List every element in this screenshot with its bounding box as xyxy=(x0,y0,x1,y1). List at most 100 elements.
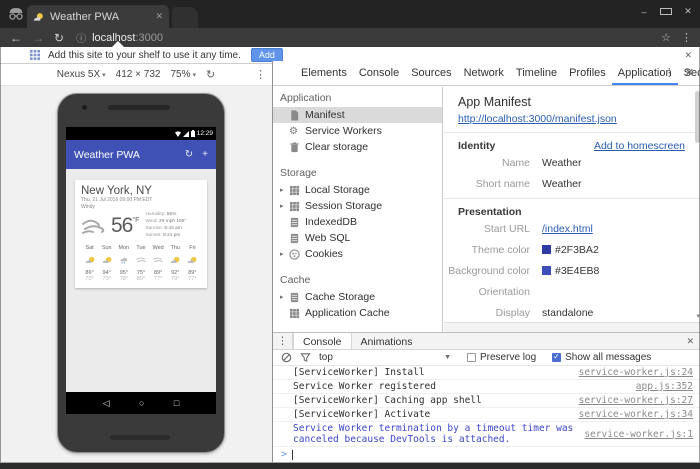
preserve-log-checkbox[interactable]: Preserve log xyxy=(467,352,536,363)
expand-icon[interactable]: ▸ xyxy=(280,250,289,258)
new-tab-area[interactable] xyxy=(172,7,198,28)
devtools-close-icon[interactable]: ✕ xyxy=(685,66,694,79)
expand-icon[interactable]: ▸ xyxy=(280,186,289,194)
drawer-tab-console[interactable]: Console xyxy=(293,333,352,349)
show-all-messages-checkbox[interactable]: Show all messages xyxy=(552,352,651,363)
device-dimensions[interactable]: 412 × 732 xyxy=(116,69,161,80)
current-temp: 56°F xyxy=(111,215,139,237)
clear-console-icon[interactable] xyxy=(281,352,292,363)
refresh-icon[interactable]: ↻ xyxy=(185,149,193,160)
partly-cloudy-icon xyxy=(169,256,181,264)
console-message: [ServiceWorker] Caching app shell servic… xyxy=(273,394,700,408)
browser-tab[interactable]: Weather PWA ✕ xyxy=(27,5,169,28)
start-url-link[interactable]: /index.html xyxy=(542,223,593,235)
section-title: Storage xyxy=(273,162,442,182)
window-minimize-button[interactable]: – xyxy=(638,7,650,17)
device-toolbar-menu-icon[interactable]: ⋮ xyxy=(255,68,266,81)
manifest-pane: App Manifest http://localhost:3000/manif… xyxy=(444,87,700,332)
sidebar-item-clear-storage[interactable]: Clear storage xyxy=(273,139,442,155)
partly-cloudy-icon xyxy=(186,256,198,264)
browser-menu-icon[interactable]: ⋮ xyxy=(681,31,692,44)
tab-close-icon[interactable]: ✕ xyxy=(155,11,163,22)
drawer-tab-animations[interactable]: Animations xyxy=(352,333,422,349)
sidebar-item-web-sql[interactable]: Web SQL xyxy=(273,230,442,246)
device-select[interactable]: Nexus 5X▾ xyxy=(57,69,106,80)
devtools-menu-icon[interactable]: ⋮ xyxy=(664,66,675,79)
drawer-menu-icon[interactable]: ⋮ xyxy=(273,333,293,349)
filter-icon[interactable] xyxy=(300,352,311,363)
wifi-icon xyxy=(175,131,181,137)
tab-sources[interactable]: Sources xyxy=(405,62,457,85)
source-link[interactable]: service-worker.js:27 xyxy=(579,395,693,406)
tab-timeline[interactable]: Timeline xyxy=(510,62,563,85)
expand-icon[interactable]: ▸ xyxy=(280,202,289,210)
back-button[interactable]: ← xyxy=(10,31,22,45)
add-to-homescreen-link[interactable]: Add to homescreen xyxy=(594,140,685,152)
forecast-day: Sun 94° 73° xyxy=(98,245,115,282)
window-close-button[interactable]: ✕ xyxy=(682,6,694,17)
forecast-day: Fri 89° 77° xyxy=(184,245,201,282)
nav-back-button[interactable]: ◁ xyxy=(103,398,110,409)
phone-camera xyxy=(82,105,87,110)
devtools-panel: Elements Console Sources Network Timelin… xyxy=(272,61,700,462)
apps-grid-icon xyxy=(30,50,40,60)
browser-toolbar: ← → ↻ ⓘ localhost:3000 ☆ ⋮ xyxy=(0,28,700,47)
document-icon xyxy=(289,110,300,121)
sidebar-item-manifest[interactable]: Manifest xyxy=(273,107,442,123)
phone-mockup: 12:29 Weather PWA ↻ + New York, NY Thu, … xyxy=(57,93,225,453)
forward-button[interactable]: → xyxy=(32,31,44,45)
sidebar-item-indexeddb[interactable]: IndexedDB xyxy=(273,214,442,230)
window-maximize-button[interactable] xyxy=(660,7,672,17)
database-icon xyxy=(289,292,300,303)
zoom-select[interactable]: 75%▾ xyxy=(170,69,196,80)
console-message: Service Worker registered app.js:352 xyxy=(273,380,700,394)
sidebar-item-local-storage[interactable]: ▸ Local Storage xyxy=(273,182,442,198)
tab-profiles[interactable]: Profiles xyxy=(563,62,612,85)
incognito-icon xyxy=(8,7,24,21)
text-cursor xyxy=(292,450,293,460)
nav-recents-button[interactable]: □ xyxy=(174,398,179,408)
address-bar[interactable]: ⓘ localhost:3000 xyxy=(76,30,661,45)
windy-small-icon xyxy=(135,256,147,264)
chevron-down-icon: ▾ xyxy=(192,72,196,79)
bookmark-star-icon[interactable]: ☆ xyxy=(661,31,671,44)
expand-icon[interactable]: ▸ xyxy=(280,293,289,301)
tab-elements[interactable]: Elements xyxy=(295,62,353,85)
execution-context-select[interactable]: top ▼ xyxy=(319,352,451,363)
tab-network[interactable]: Network xyxy=(458,62,510,85)
sidebar-item-session-storage[interactable]: ▸ Session Storage xyxy=(273,198,442,214)
rain-icon xyxy=(118,256,130,264)
partly-cloudy-icon xyxy=(84,256,96,264)
sidebar-item-cookies[interactable]: ▸ Cookies xyxy=(273,246,442,262)
manifest-url-link[interactable]: http://localhost:3000/manifest.json xyxy=(458,113,617,125)
source-link[interactable]: app.js:352 xyxy=(636,381,693,392)
source-link[interactable]: service-worker.js:34 xyxy=(579,409,693,420)
forecast-row: Sat 86° 70° Sun 94° 73° xyxy=(81,245,201,282)
page-info-icon[interactable]: ⓘ xyxy=(76,30,86,45)
partly-cloudy-icon xyxy=(101,256,113,264)
console-message: [ServiceWorker] Install service-worker.j… xyxy=(273,366,700,380)
sidebar-item-service-workers[interactable]: ⚙ Service Workers xyxy=(273,123,442,139)
source-link[interactable]: service-worker.js:24 xyxy=(579,367,693,378)
sidebar-item-cache-storage[interactable]: ▸ Cache Storage xyxy=(273,289,442,305)
android-nav-bar: ◁ ○ □ xyxy=(66,392,216,414)
table-icon xyxy=(289,308,300,319)
add-to-shelf-button[interactable]: Add xyxy=(251,48,283,62)
device-toolbar: Nexus 5X▾ 412 × 732 75%▾ ↻ ⋮ xyxy=(0,64,272,86)
tab-title: Weather PWA xyxy=(50,11,155,23)
nav-home-button[interactable]: ○ xyxy=(139,398,144,408)
infobar-close-icon[interactable]: ✕ xyxy=(684,50,692,61)
current-details: Humidity: 56% Wind: 25 mph 195° Sunrise:… xyxy=(145,212,186,240)
city-name: New York, NY xyxy=(81,185,201,197)
drawer-close-icon[interactable]: ✕ xyxy=(686,336,694,347)
add-city-icon[interactable]: + xyxy=(202,149,208,160)
rotate-icon[interactable]: ↻ xyxy=(206,68,215,81)
tab-console[interactable]: Console xyxy=(353,62,405,85)
forecast-day: Tue 75° 89° xyxy=(132,245,149,282)
windy-small-icon xyxy=(152,256,164,264)
reload-button[interactable]: ↻ xyxy=(54,31,64,45)
sidebar-item-application-cache[interactable]: Application Cache xyxy=(273,305,442,321)
source-link[interactable]: service-worker.js:1 xyxy=(584,429,693,440)
theme-color-swatch xyxy=(542,245,551,254)
console-prompt[interactable]: > xyxy=(273,447,700,462)
